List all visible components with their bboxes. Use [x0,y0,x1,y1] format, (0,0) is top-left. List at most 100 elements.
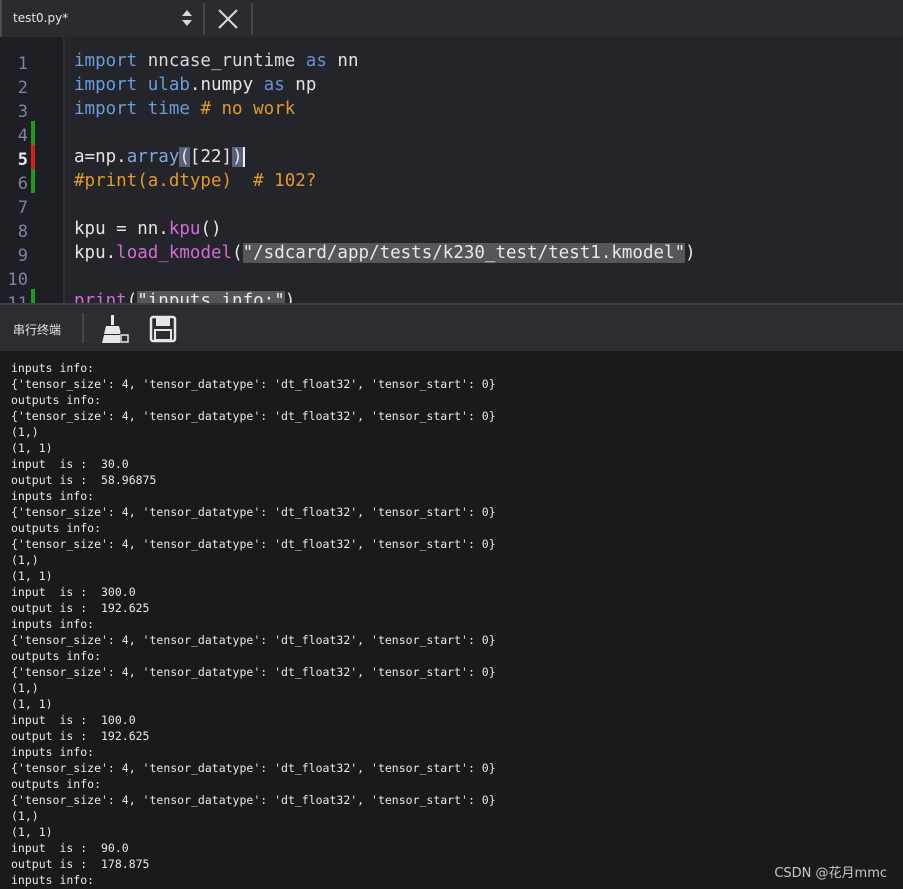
line-number: 11 [0,294,28,303]
code-line: a=np.array([22]) [74,147,245,167]
terminal-line: inputs info: [11,873,95,887]
code-line: print("inputs info:") [74,291,295,303]
terminal-line: {'tensor_size': 4, 'tensor_datatype': 'd… [11,761,496,775]
identifier: .numpy [189,75,264,95]
terminal-line: outputs info: [11,777,102,791]
current-line-number: 5 [17,150,28,170]
watermark: CSDN @花月mmc [774,866,887,881]
serial-terminal-output[interactable]: inputs info: output is : 178.875 input is … [0,351,903,889]
code-line: kpu = nn.kpu() [74,219,222,239]
function-name: load_kmodel [116,243,233,263]
function-name: array [126,147,180,167]
identifier: ) [284,291,296,303]
tab-separator [203,3,205,34]
terminal-line: {'tensor_size': 4, 'tensor_datatype': 'd… [11,633,496,647]
terminal-line: {'tensor_size': 4, 'tensor_datatype': 'd… [11,377,496,391]
keyword: as [305,51,327,71]
change-marker [31,145,35,169]
identifier: np [284,75,317,95]
terminal-line: (1,) [11,425,39,439]
terminal-line: output is : 192.625 [11,601,150,615]
code-line: kpu.load_kmodel("/sdcard/app/tests/k230_… [74,243,696,263]
terminal-line: input is : 30.0 [11,457,129,471]
text-cursor [242,147,245,167]
terminal-line: {'tensor_size': 4, 'tensor_datatype': 'd… [11,537,496,551]
identifier: ( [232,243,243,263]
terminal-tab-label[interactable]: 串行终端 [13,321,61,338]
identifier: ) [685,243,696,263]
code-line: #print(a.dtype) # 102? [74,171,316,191]
change-marker [31,169,35,193]
toolbar-separator [82,313,84,343]
floppy-save-icon[interactable] [149,315,177,343]
identifier: time [137,99,201,119]
terminal-line: {'tensor_size': 4, 'tensor_datatype': 'd… [11,505,496,519]
keyword: import [74,51,138,71]
updown-arrows-icon[interactable] [180,7,194,29]
close-icon[interactable] [216,7,240,31]
line-number: 2 [17,78,28,98]
terminal-line: outputs info: [11,393,102,407]
identifier: nncase_runtime [137,51,306,71]
terminal-line: output is : 178.875 [11,857,150,871]
line-number: 1 [17,54,28,74]
terminal-line: (1,) [11,553,39,567]
line-number: 8 [17,222,28,242]
tab-file-name[interactable]: test0.py* [13,11,68,25]
terminal-line: inputs info: [11,745,95,759]
gutter-divider [63,37,65,303]
code-line: import ulab.numpy as np [74,75,316,95]
change-marker [31,121,35,145]
keyword: import [74,75,138,95]
line-number: 10 [7,270,28,290]
terminal-line: {'tensor_size': 4, 'tensor_datatype': 'd… [11,793,496,807]
bracket-match: ( [179,147,190,167]
broom-clear-icon[interactable] [100,314,130,344]
terminal-line: (1, 1) [11,441,53,455]
terminal-line: (1,) [11,681,39,695]
string-literal: "inputs info:" [137,291,285,303]
change-marker [31,289,35,303]
terminal-line: output is : 192.625 [11,729,150,743]
identifier: () [200,219,222,239]
function-name: print [74,291,127,303]
keyword: import [74,99,138,119]
identifier: a=np. [74,147,127,167]
line-number-gutter: 1 2 3 4 5 6 7 8 9 10 11 [0,37,63,303]
terminal-line: (1, 1) [11,569,53,583]
comment: # no work [200,99,296,119]
identifier: nn [326,51,359,71]
bracket-match: ) [232,147,243,167]
terminal-line: output is : 58.96875 [11,473,157,487]
line-number: 3 [17,102,28,122]
function-name: kpu [168,219,201,239]
identifier: kpu = nn. [74,219,169,239]
terminal-line: outputs info: [11,649,102,663]
identifier: ( [126,291,138,303]
tab-bar-edge [0,0,2,37]
editor-tab-bar: test0.py* [0,0,903,37]
code-editor[interactable]: 1 2 3 4 5 6 7 8 9 10 11 import nncase_ru… [0,37,903,303]
terminal-line: {'tensor_size': 4, 'tensor_datatype': 'd… [11,665,496,679]
terminal-line: (1, 1) [11,825,53,839]
identifier: [22] [189,147,233,167]
identifier: ulab [137,75,190,95]
line-number: 9 [17,246,28,266]
tab-separator [251,3,253,34]
string-literal: "/sdcard/app/tests/k230_test/test1.kmode… [242,243,686,263]
terminal-line: input is : 100.0 [11,713,136,727]
line-number: 4 [17,126,28,146]
terminal-line: {'tensor_size': 4, 'tensor_datatype': 'd… [11,409,496,423]
terminal-line: input is : 300.0 [11,585,136,599]
identifier: kpu. [74,243,117,263]
code-line: import nncase_runtime as nn [74,51,358,71]
line-number: 7 [17,198,28,218]
terminal-toolbar: 串行终端 [0,305,903,351]
line-number: 6 [17,174,28,194]
terminal-line: inputs info: [11,361,95,375]
code-line: import time # no work [74,99,295,119]
comment: #print(a.dtype) # 102? [74,171,317,191]
terminal-line: inputs info: [11,617,95,631]
terminal-line: input is : 90.0 [11,841,129,855]
terminal-line: (1,) [11,809,39,823]
